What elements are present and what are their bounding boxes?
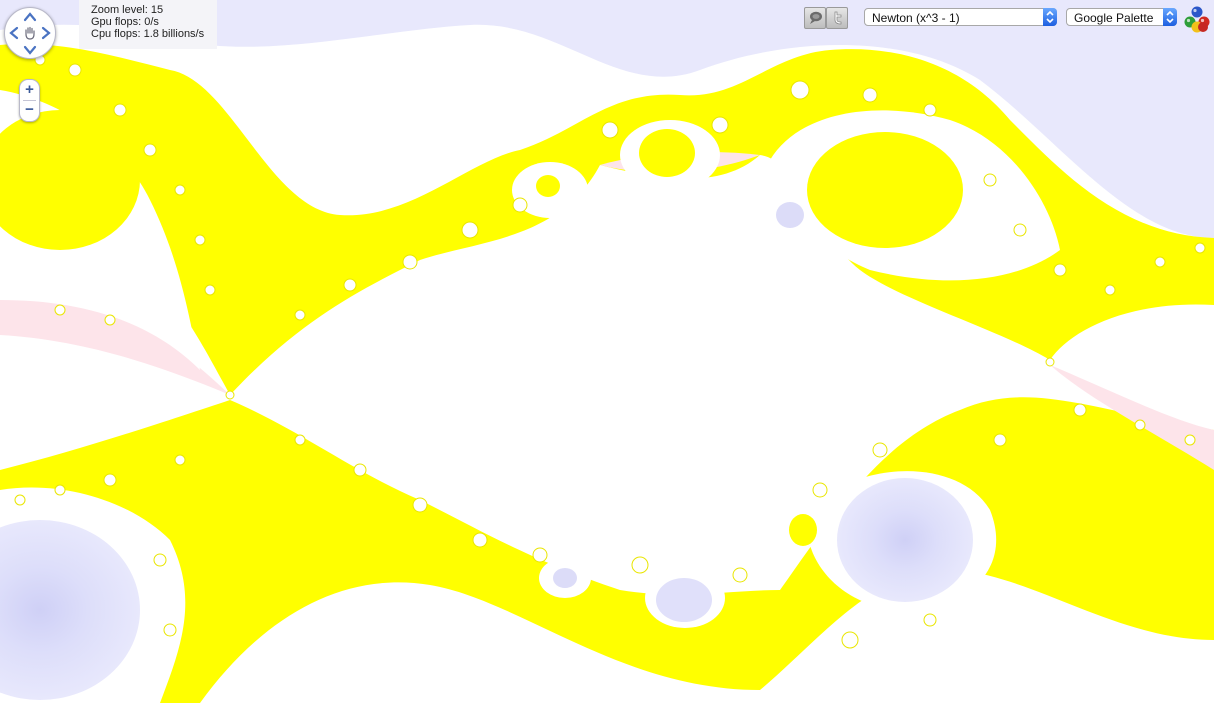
yellow-lobe-right — [807, 132, 963, 248]
zoom-level-text: Zoom level: 15 — [91, 4, 164, 16]
palette-select[interactable]: Google Palette — [1066, 8, 1177, 26]
lavender-dot — [776, 202, 804, 228]
lavender-dot-bottom-2 — [553, 568, 577, 588]
stats-panel: Zoom level: 15 Gpu flops: 0/s Cpu flops:… — [79, 0, 217, 49]
twitter-share-button[interactable] — [826, 7, 848, 29]
zoom-in-button[interactable]: + — [20, 81, 39, 99]
cpu-flops-text: Cpu flops: 1.8 billions/s — [91, 28, 205, 40]
colored-balls-icon[interactable] — [1183, 5, 1211, 33]
gpu-flops-text: Gpu flops: 0/s — [91, 16, 159, 28]
down-arrow-icon[interactable] — [22, 42, 38, 58]
twitter-icon — [834, 11, 842, 25]
hand-icon[interactable] — [22, 25, 38, 41]
chat-bubble-icon — [810, 11, 822, 24]
left-arrow-icon[interactable] — [6, 25, 22, 41]
fractal-canvas[interactable] — [0, 0, 1214, 703]
right-arrow-icon[interactable] — [38, 25, 54, 41]
comment-share-button[interactable] — [804, 7, 826, 29]
fractal-type-value: Newton (x^3 - 1) — [872, 11, 960, 25]
palette-value: Google Palette — [1074, 11, 1154, 25]
yellow-dot-bottom — [789, 514, 817, 546]
select-arrows-icon — [1163, 8, 1177, 26]
pan-control[interactable] — [4, 7, 56, 59]
yellow-dot-center — [639, 129, 695, 177]
lavender-dot-bottom — [656, 578, 712, 622]
up-arrow-icon[interactable] — [22, 9, 38, 25]
lavender-lobe-bottom-right — [837, 478, 973, 602]
yellow-dot-mid — [536, 175, 560, 197]
zoom-control: + − — [19, 79, 40, 122]
zoom-out-button[interactable]: − — [20, 101, 39, 119]
fractal-type-select[interactable]: Newton (x^3 - 1) — [864, 8, 1057, 26]
select-arrows-icon — [1043, 8, 1057, 26]
